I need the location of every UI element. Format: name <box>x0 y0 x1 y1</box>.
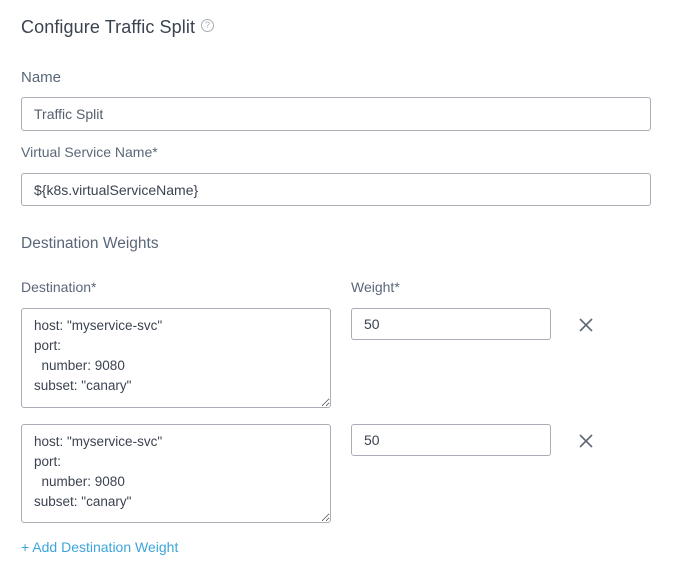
close-icon[interactable] <box>578 433 594 449</box>
destination-textarea[interactable]: host: "myservice-svc" port: number: 9080… <box>21 424 331 523</box>
virtual-service-name-input[interactable] <box>21 173 651 206</box>
form-title-text: Configure Traffic Split <box>21 17 196 37</box>
weight-input[interactable] <box>351 424 551 456</box>
weight-column-label: Weight* <box>351 279 400 295</box>
destination-column-label: Destination* <box>21 279 97 295</box>
weight-input[interactable] <box>351 308 551 340</box>
help-circle-icon[interactable]: ? <box>201 18 215 32</box>
add-destination-weight-link[interactable]: + Add Destination Weight <box>21 539 178 555</box>
form-title: Configure Traffic Split ? <box>21 17 215 38</box>
destination-weights-title: Destination Weights <box>21 235 159 252</box>
close-icon[interactable] <box>578 317 594 333</box>
destination-textarea[interactable]: host: "myservice-svc" port: number: 9080… <box>21 308 331 408</box>
name-input[interactable] <box>21 97 651 131</box>
name-label: Name <box>21 69 62 86</box>
configure-traffic-split-form: Configure Traffic Split ? Name Virtual S… <box>0 0 676 579</box>
virtual-service-name-label: Virtual Service Name* <box>21 144 158 160</box>
